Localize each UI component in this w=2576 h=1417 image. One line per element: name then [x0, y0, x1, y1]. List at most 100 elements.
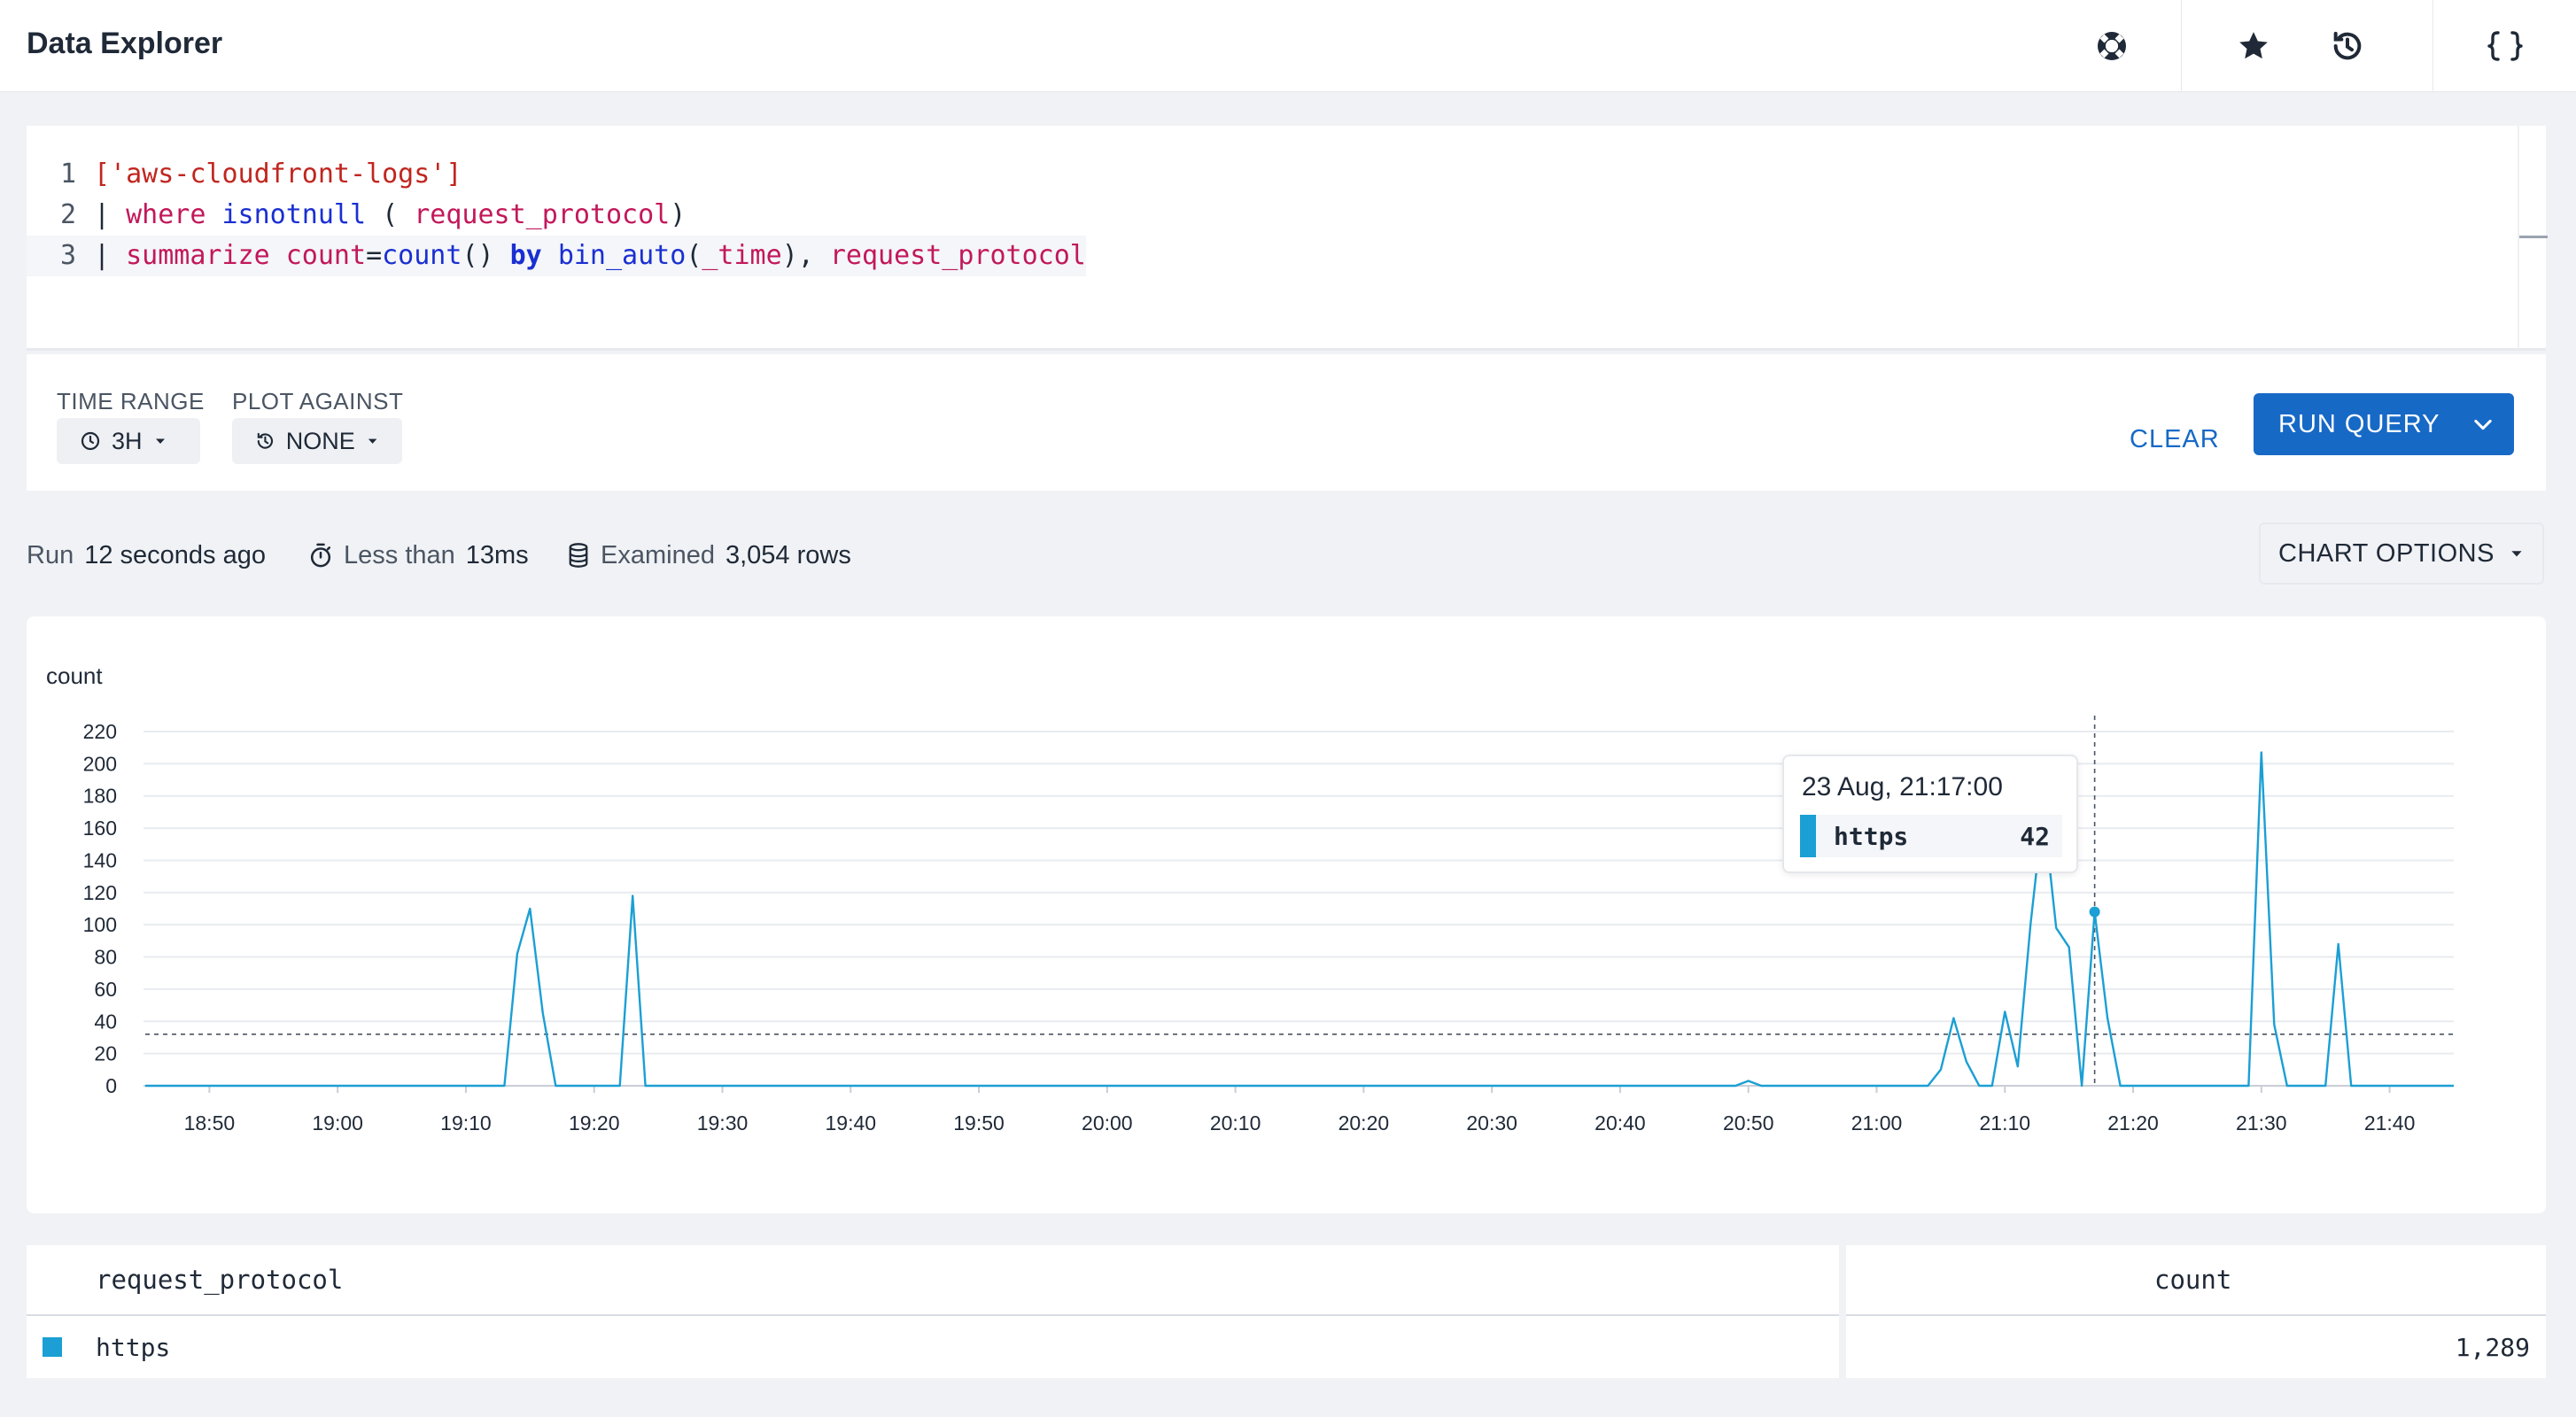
- x-tick-label: 20:10: [1210, 1111, 1261, 1134]
- header-divider: [27, 1314, 2546, 1316]
- y-tick-label: 20: [94, 1042, 117, 1065]
- duration-prefix: Less than: [344, 541, 455, 569]
- run-query-button[interactable]: RUN QUERY: [2254, 393, 2514, 455]
- code-line[interactable]: 1 ['aws-cloudfront-logs']: [27, 154, 462, 195]
- page-title: Data Explorer: [27, 27, 223, 60]
- x-tick-label: 21:20: [2107, 1111, 2159, 1134]
- x-tick-label: 21:10: [1979, 1111, 2030, 1134]
- y-tick-label: 60: [94, 978, 117, 1001]
- line-number: 1: [59, 159, 76, 190]
- run-query-label: RUN QUERY: [2278, 409, 2440, 438]
- run-time-value: 12 seconds ago: [84, 541, 266, 569]
- x-tick-label: 20:00: [1082, 1111, 1133, 1134]
- query-editor[interactable]: 1 ['aws-cloudfront-logs'] 2 | where isnotnu…: [27, 126, 2548, 351]
- tooltip-value: 42: [2020, 821, 2050, 851]
- database-icon: [569, 543, 588, 568]
- code-token: _time: [702, 240, 782, 271]
- y-tick-label: 160: [83, 817, 117, 840]
- y-tick-label: 100: [83, 913, 117, 936]
- tooltip-row: https 42: [1800, 815, 2062, 857]
- y-tick-label: 200: [83, 752, 117, 775]
- code-token: (): [462, 240, 510, 271]
- chart-options-label: CHART OPTIONS: [2278, 538, 2495, 568]
- x-tick-label: 19:30: [697, 1111, 749, 1134]
- code-token: ['aws-cloudfront-logs']: [94, 159, 462, 190]
- y-tick-label: 180: [83, 785, 117, 808]
- header-separator: [2432, 0, 2433, 92]
- tooltip-series-name: https: [1834, 821, 1909, 851]
- code-line[interactable]: 3 | summarize count=count() by bin_auto(_…: [27, 236, 1086, 276]
- y-tick-label: 220: [83, 720, 117, 743]
- caret-down-icon: [2511, 551, 2522, 557]
- plot-against-label: PLOT AGAINST: [232, 388, 404, 414]
- duration-value: 13ms: [465, 541, 529, 569]
- series-line-https: [145, 751, 2454, 1088]
- plot-against-dropdown[interactable]: NONE: [232, 418, 402, 464]
- code-line[interactable]: 2 | where isnotnull ( request_protocol): [27, 195, 686, 236]
- star-icon[interactable]: [2231, 23, 2277, 69]
- column-separator[interactable]: [1839, 1245, 1846, 1378]
- clear-button[interactable]: CLEAR: [2130, 407, 2220, 471]
- column-header-request-protocol[interactable]: request_protocol: [96, 1245, 343, 1314]
- code-token: request_protocol: [829, 240, 1086, 271]
- x-tick-label: 21:40: [2364, 1111, 2416, 1134]
- caret-down-icon: [155, 438, 165, 444]
- cell-request-protocol: https: [96, 1333, 171, 1362]
- y-tick-label: 80: [94, 946, 117, 969]
- history-icon[interactable]: [2324, 23, 2370, 69]
- code-token: count: [285, 240, 367, 271]
- series-swatch: [43, 1337, 62, 1357]
- time-range-dropdown[interactable]: 3H: [57, 418, 200, 464]
- time-range-value: 3H: [112, 427, 143, 454]
- x-tick-label: 18:50: [184, 1111, 236, 1134]
- examined-prefix: Examined: [601, 541, 715, 569]
- run-options-toggle[interactable]: [2452, 393, 2514, 455]
- examined-value: 3,054 rows: [725, 541, 851, 569]
- tooltip-time: 23 Aug, 21:17:00: [1802, 772, 2003, 801]
- x-tick-label: 19:10: [440, 1111, 492, 1134]
- x-tick-label: 19:50: [953, 1111, 1005, 1134]
- x-tick-label: 21:00: [1851, 1111, 1903, 1134]
- json-braces-icon[interactable]: [2482, 23, 2528, 69]
- y-tick-label: 140: [83, 848, 117, 871]
- cell-count: 1,289: [2455, 1333, 2530, 1362]
- chart-options-button[interactable]: CHART OPTIONS: [2259, 523, 2544, 585]
- stopwatch-icon: [310, 543, 331, 568]
- duration-status: Less than 13ms: [308, 540, 529, 570]
- chart-card: count 0 20 40 60 80 100 120 140 160 180 200 220 18:5…: [27, 616, 2546, 1213]
- x-tick-label: 19:20: [569, 1111, 620, 1134]
- help-lifebuoy-icon[interactable]: [2089, 23, 2135, 69]
- x-tick-label: 20:20: [1338, 1111, 1390, 1134]
- x-tick-label: 19:00: [312, 1111, 363, 1134]
- history-icon: [257, 432, 274, 449]
- code-token: isnotnull: [221, 199, 367, 230]
- code-token: bin_auto: [557, 240, 687, 271]
- line-chart[interactable]: 0 20 40 60 80 100 120 140 160 180 200 220 18:50 19:00…: [27, 616, 2546, 1213]
- y-tick-label: 0: [105, 1074, 117, 1097]
- code-token: by: [509, 240, 542, 271]
- code-token: request_protocol: [414, 199, 671, 230]
- top-bar: Data Explorer: [0, 0, 2576, 92]
- column-header-count[interactable]: count: [2154, 1245, 2231, 1314]
- query-toolbar: TIME RANGE 3H PLOT AGAINST NONE CLEAR RU…: [27, 354, 2546, 491]
- line-number: 2: [59, 199, 76, 230]
- code-token: summarize: [126, 240, 270, 271]
- x-tick-label: 20:50: [1723, 1111, 1774, 1134]
- series-swatch: [1800, 815, 1816, 857]
- chart-tooltip: 23 Aug, 21:17:00 https 42: [1782, 755, 2078, 873]
- editor-scrollbar[interactable]: [2518, 126, 2548, 349]
- run-prefix: Run: [27, 541, 74, 569]
- caret-down-icon: [368, 438, 377, 444]
- code-token: |: [94, 199, 127, 230]
- code-token: where: [126, 199, 206, 230]
- code-token: ): [670, 199, 687, 230]
- y-tick-label: 40: [94, 1010, 117, 1033]
- code-token: ),: [781, 240, 830, 271]
- hover-point: [2089, 906, 2100, 918]
- header-separator: [2181, 0, 2182, 92]
- code-token: =: [366, 240, 383, 271]
- time-range-label: TIME RANGE: [57, 388, 205, 414]
